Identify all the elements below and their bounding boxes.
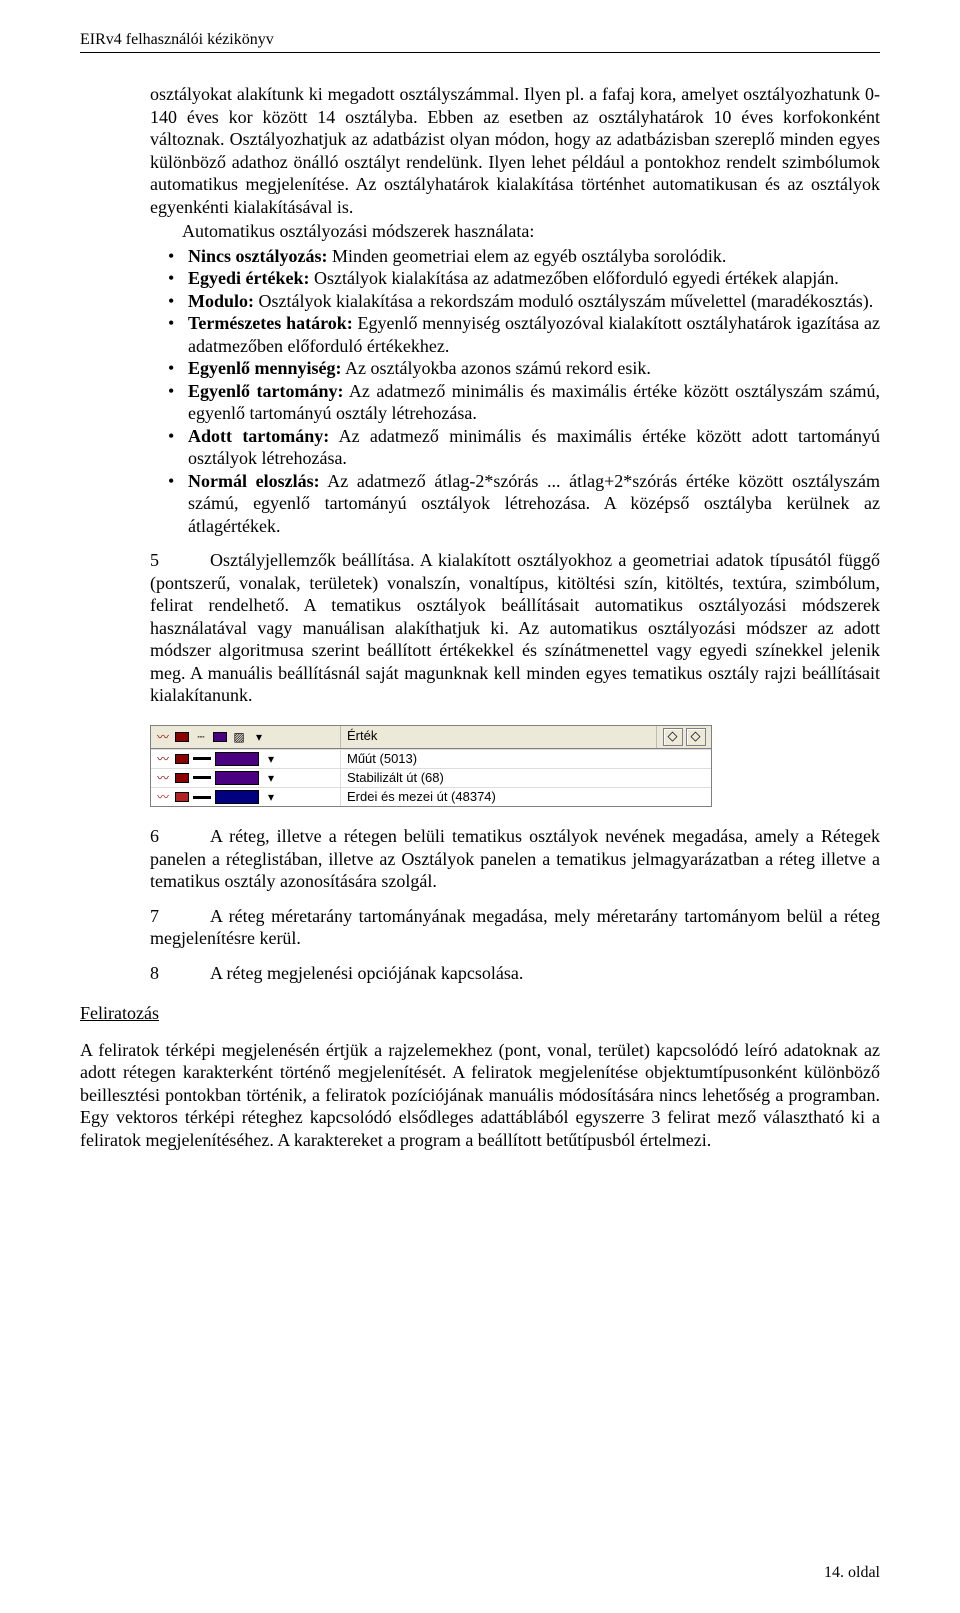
header-right-tools: ◇ ◇ [657,726,711,748]
row-value-cell: Stabilizált út (68) [341,769,711,787]
line-style-icon[interactable]: 〰 [155,789,171,805]
item-bold: Nincs osztályozás: [188,246,327,266]
diamond-down-button[interactable]: ◇ [686,728,706,746]
intro-paragraph-2: Automatikus osztályozási módszerek haszn… [150,220,880,243]
page-header: EIRv4 felhasználói kézikönyv [80,30,880,53]
item-bold: Adott tartomány: [188,426,329,446]
color-swatch-icon[interactable] [175,792,189,802]
row-style-cell: 〰 ▾ [151,788,341,806]
item-bold: Természetes határok: [188,313,353,333]
list-item: Egyenlő tartomány: Az adatmező minimális… [150,380,880,425]
row-value: Stabilizált út (68) [347,770,444,786]
numbered-paragraph-6: 6A réteg, illetve a rétegen belüli temat… [150,825,880,893]
intro-paragraph-1: osztályokat alakítunk ki megadott osztál… [150,83,880,218]
line-style-icon[interactable]: 〰 [155,751,171,767]
header-title: EIRv4 felhasználói kézikönyv [80,31,274,48]
para-text: A réteg méretarány tartományának megadás… [150,906,880,949]
list-item: Modulo: Osztályok kialakítása a rekordsz… [150,290,880,313]
color-swatch-icon[interactable] [213,732,227,742]
table-row[interactable]: 〰 ▾ Stabilizált út (68) [151,768,711,787]
list-item: Természetes határok: Egyenlő mennyiség o… [150,312,880,357]
para-text: A réteg megjelenési opciójának kapcsolás… [210,963,523,983]
row-value: Erdei és mezei út (48374) [347,789,496,805]
item-bold: Egyedi értékek: [188,268,309,288]
item-bold: Normál eloszlás: [188,471,320,491]
list-item: Normál eloszlás: Az adatmező átlag-2*szó… [150,470,880,538]
style-table: 〰 ┄ ▨ ▾ Érték ◇ ◇ 〰 [150,725,712,808]
numbered-paragraph-8: 8A réteg megjelenési opciójának kapcsolá… [150,962,880,985]
para-number: 6 [150,825,210,848]
diamond-up-button[interactable]: ◇ [663,728,683,746]
line-style-icon[interactable]: 〰 [155,729,171,745]
para-text: Osztályjellemzők beállítása. A kialakíto… [150,550,880,705]
fill-swatch-icon[interactable] [215,790,259,804]
para-number: 5 [150,549,210,572]
fill-swatch-icon[interactable] [215,752,259,766]
para-text: A réteg, illetve a rétegen belüli temati… [150,826,880,891]
page-footer: 14. oldal [824,1563,880,1583]
stroke-preview-icon [193,757,211,760]
page-number: 14. oldal [824,1564,880,1581]
section-heading: Feliratozás [80,1002,880,1025]
item-rest: Osztályok kialakítása az adatmezőben elő… [309,268,838,288]
line-style-icon[interactable]: 〰 [155,770,171,786]
dash-style-icon[interactable]: ┄ [193,729,209,745]
row-style-cell: 〰 ▾ [151,750,341,768]
chevron-down-icon[interactable]: ▾ [263,751,279,767]
numbered-paragraph-5: 5Osztályjellemzők beállítása. A kialakít… [150,549,880,707]
main-content: osztályokat alakítunk ki megadott osztál… [150,83,880,984]
stroke-preview-icon [193,776,211,779]
header-value-column: Érték [341,726,657,748]
fill-swatch-icon[interactable] [215,771,259,785]
row-value: Műút (5013) [347,751,417,767]
row-style-cell: 〰 ▾ [151,769,341,787]
para-number: 8 [150,962,210,985]
item-rest: Az osztályokba azonos számú rekord esik. [342,358,651,378]
list-item: Nincs osztályozás: Minden geometriai ele… [150,245,880,268]
header-left-tools: 〰 ┄ ▨ ▾ [151,726,341,748]
section-body: A feliratok térképi megjelenésén értjük … [80,1039,880,1152]
method-list: Nincs osztályozás: Minden geometriai ele… [150,245,880,538]
column-title: Érték [347,728,377,744]
page: EIRv4 felhasználói kézikönyv osztályokat… [0,0,960,1613]
list-item: Adott tartomány: Az adatmező minimális é… [150,425,880,470]
pattern-icon[interactable]: ▨ [231,729,247,745]
row-value-cell: Erdei és mezei út (48374) [341,788,711,806]
numbered-paragraph-7: 7A réteg méretarány tartományának megadá… [150,905,880,950]
item-bold: Egyenlő tartomány: [188,381,343,401]
row-value-cell: Műút (5013) [341,750,711,768]
color-swatch-icon[interactable] [175,754,189,764]
chevron-down-icon[interactable]: ▾ [263,789,279,805]
chevron-down-icon[interactable]: ▾ [251,729,267,745]
item-rest: Osztályok kialakítása a rekordszám modul… [254,291,873,311]
color-swatch-icon[interactable] [175,732,189,742]
item-bold: Modulo: [188,291,254,311]
stroke-preview-icon [193,796,211,799]
table-row[interactable]: 〰 ▾ Erdei és mezei út (48374) [151,787,711,806]
chevron-down-icon[interactable]: ▾ [263,770,279,786]
color-swatch-icon[interactable] [175,773,189,783]
para-number: 7 [150,905,210,928]
table-row[interactable]: 〰 ▾ Műút (5013) [151,749,711,768]
item-bold: Egyenlő mennyiség: [188,358,342,378]
style-table-header: 〰 ┄ ▨ ▾ Érték ◇ ◇ [151,726,711,749]
list-item: Egyenlő mennyiség: Az osztályokba azonos… [150,357,880,380]
item-rest: Minden geometriai elem az egyéb osztályb… [327,246,726,266]
list-item: Egyedi értékek: Osztályok kialakítása az… [150,267,880,290]
